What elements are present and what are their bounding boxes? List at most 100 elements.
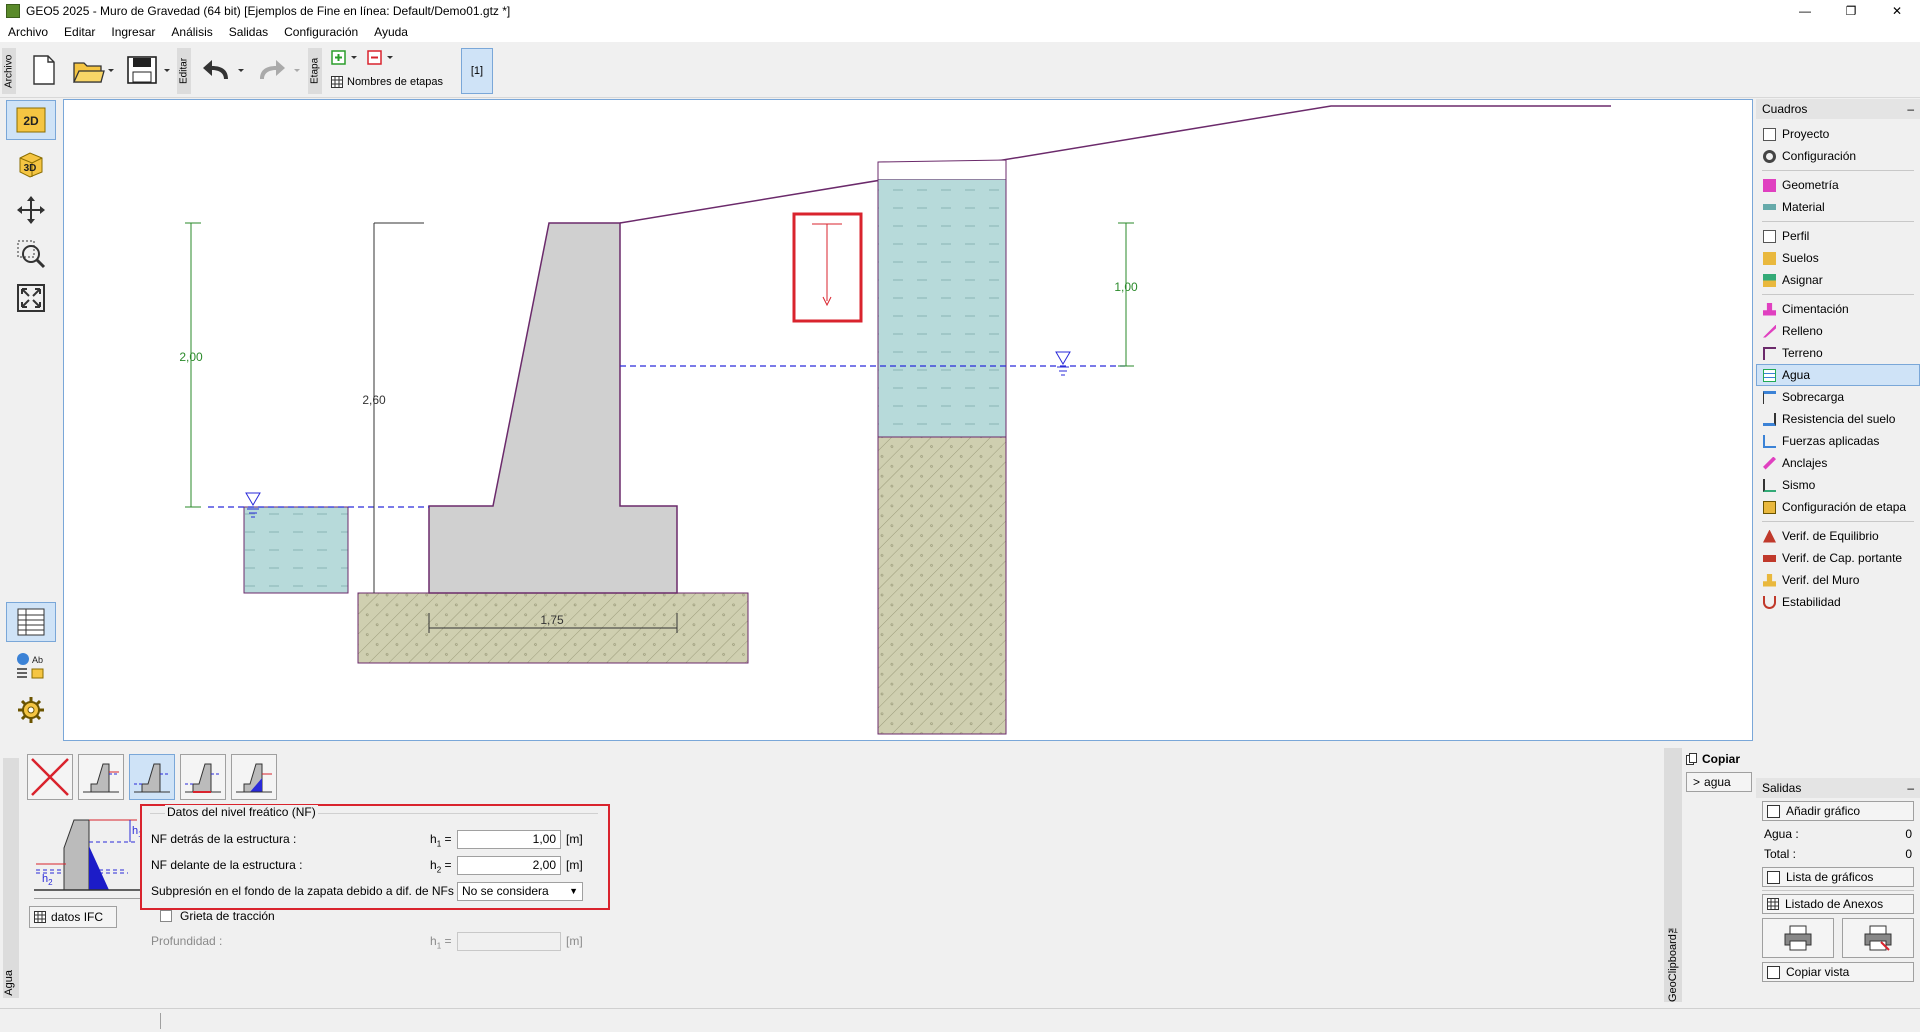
zoom-window-icon[interactable] [6,234,56,274]
depth-unit: [m] [566,934,583,948]
geoclipboard-tab[interactable]: GeoClipboard™ [1664,748,1682,1002]
undo-icon[interactable] [198,52,250,88]
view-3d-button[interactable]: 3D [6,144,56,184]
frame-terreno[interactable]: Terreno [1756,342,1920,364]
dim-left-label: 2,00 [179,350,203,364]
stage-names-button[interactable]: Nombres de etapas [331,76,443,88]
frame-anclajes[interactable]: Anclajes [1756,452,1920,474]
divider [34,898,140,899]
menu-configuracion[interactable]: Configuración [276,25,366,39]
frame-verif-cap-portante[interactable]: Verif. de Cap. portante [1756,547,1920,569]
outputs-collapse-button[interactable]: – [1907,781,1914,795]
frame-verif-muro[interactable]: Verif. del Muro [1756,569,1920,591]
zoom-extents-icon[interactable] [6,278,56,318]
frame-cimentacion[interactable]: Cimentación [1756,298,1920,320]
menu-archivo[interactable]: Archivo [0,25,56,39]
frame-label: Fuerzas aplicadas [1782,434,1880,448]
dimension-height [373,222,424,593]
paste-agua-button[interactable]: > agua [1686,772,1752,792]
h2-input[interactable]: 2,00 [457,856,561,875]
stage-1-button[interactable]: [1] [461,48,493,94]
uplift-select[interactable]: No se considera ▼ [457,882,583,901]
frame-fuerzas[interactable]: Fuerzas aplicadas [1756,430,1920,452]
resistance-icon [1763,412,1776,426]
frame-relleno[interactable]: Relleno [1756,320,1920,342]
menu-analisis[interactable]: Análisis [163,25,220,39]
new-file-icon[interactable] [28,52,60,88]
frame-suelos[interactable]: Suelos [1756,247,1920,269]
add-chart-icon [1767,804,1780,818]
print-button[interactable] [1762,918,1834,958]
ifc-data-label: datos IFC [51,910,104,924]
tension-crack-checkbox[interactable] [160,910,172,922]
copy-view-button[interactable]: Copiar vista [1762,962,1914,982]
frame-sismo[interactable]: Sismo [1756,474,1920,496]
frame-asignar[interactable]: Asignar [1756,269,1920,291]
h1-input[interactable]: 1,00 [457,830,561,849]
frame-estabilidad[interactable]: Estabilidad [1756,591,1920,613]
styles-icon[interactable]: Ab [6,646,56,686]
depth-symbol: h1 = [430,934,452,951]
water-mode-3-button[interactable] [180,754,226,800]
add-stage-icon[interactable] [331,49,361,67]
menu-editar[interactable]: Editar [56,25,103,39]
uplift-select-value: No se considera [462,884,549,898]
drawing-canvas[interactable]: 2,00 2,60 1,75 1,00 [63,99,1753,741]
frame-verif-equilibrio[interactable]: Verif. de Equilibrio [1756,525,1920,547]
divider [1762,221,1914,222]
divider [1762,170,1914,171]
chart-list-button[interactable]: Lista de gráficos [1762,867,1914,887]
water-mode-1-button[interactable] [78,754,124,800]
frame-configuracion[interactable]: Configuración [1756,145,1920,167]
total-count-row: Total : 0 [1756,844,1920,864]
frame-material[interactable]: Material [1756,196,1920,218]
save-icon[interactable] [124,52,176,88]
menu-ingresar[interactable]: Ingresar [103,25,163,39]
left-toolbar: 2D 3D Ab [0,98,62,748]
frame-perfil[interactable]: Perfil [1756,225,1920,247]
delete-icon [31,758,69,796]
front-water-pool [243,506,349,594]
frame-proyecto[interactable]: Proyecto [1756,123,1920,145]
table-view-icon[interactable] [6,602,56,642]
dim-base-label: 1,75 [540,613,564,627]
annex-list-button[interactable]: Listado de Anexos [1762,894,1914,914]
frame-sobrecarga[interactable]: Sobrecarga [1756,386,1920,408]
open-folder-icon[interactable] [70,52,118,88]
frames-panel-title: Cuadros [1762,102,1808,116]
copy-button[interactable]: Copiar [1686,752,1752,766]
pan-move-icon[interactable] [6,190,56,230]
h2-symbol: h2 = [430,858,452,875]
frame-geometria[interactable]: Geometría [1756,174,1920,196]
window-controls: — ❐ ✕ [1782,0,1920,22]
add-chart-button[interactable]: Añadir gráfico [1762,801,1914,821]
remove-stage-icon[interactable] [367,49,397,67]
ifc-data-button[interactable]: datos IFC [29,906,117,928]
restore-button[interactable]: ❐ [1828,0,1874,22]
collapse-button[interactable]: – [1907,102,1914,116]
redo-icon[interactable] [254,52,306,88]
frame-config-etapa[interactable]: Configuración de etapa [1756,496,1920,518]
agua-count-value: 0 [1905,827,1912,841]
close-button[interactable]: ✕ [1874,0,1920,22]
outputs-header: Salidas – [1756,778,1920,798]
frame-label: Geometría [1782,178,1839,192]
gear-icon[interactable] [6,690,56,730]
frame-resistencia[interactable]: Resistencia del suelo [1756,408,1920,430]
archivo-vertical-tab[interactable]: Archivo [2,48,16,94]
menu-salidas[interactable]: Salidas [221,25,276,39]
frame-label: Asignar [1782,273,1823,287]
frame-label: Material [1782,200,1825,214]
table-icon [34,911,46,923]
water-mode-2-button[interactable] [129,754,175,800]
editar-vertical-tab[interactable]: Editar [177,48,191,94]
print-preview-button[interactable] [1842,918,1914,958]
earthquake-icon [1763,478,1776,492]
view-2d-button[interactable]: 2D [6,100,56,140]
etapa-vertical-tab[interactable]: Etapa [308,48,322,94]
no-water-button[interactable] [27,754,73,800]
water-mode-4-button[interactable] [231,754,277,800]
minimize-button[interactable]: — [1782,0,1828,22]
menu-ayuda[interactable]: Ayuda [366,25,416,39]
frame-agua[interactable]: Agua [1756,364,1920,386]
